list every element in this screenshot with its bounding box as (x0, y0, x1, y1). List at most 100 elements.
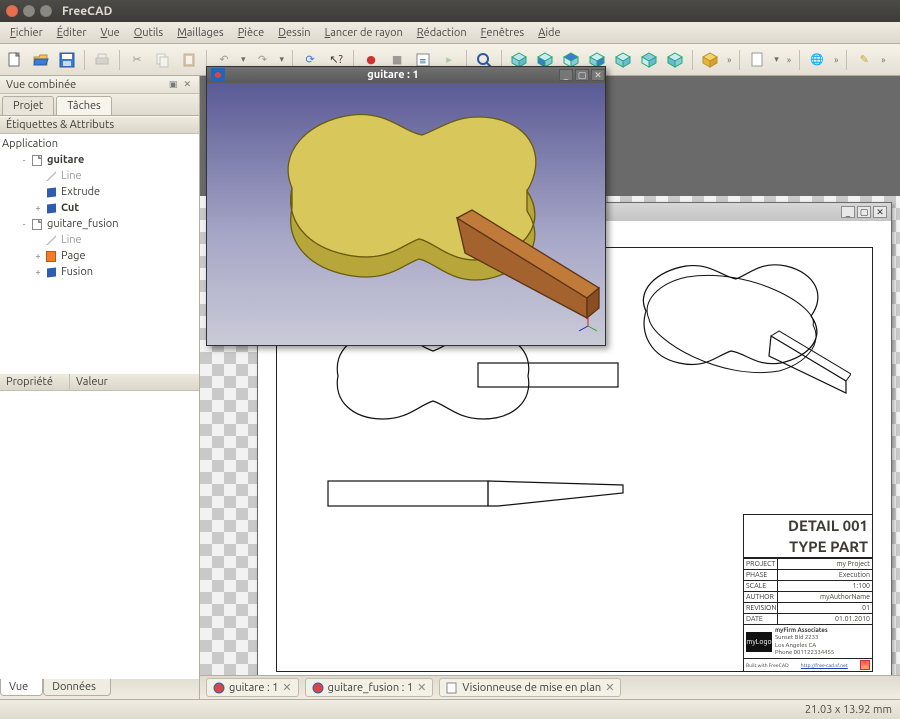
menu-ray[interactable]: Lancer de rayon (319, 25, 409, 41)
view-left-button[interactable] (664, 49, 686, 71)
freecad-icon (211, 68, 225, 82)
menubar: Fichier Éditer Vue Outils Maillages Pièc… (0, 22, 900, 44)
close-icon[interactable]: ✕ (282, 681, 291, 694)
document-tabs: guitare : 1 ✕ guitare_fusion : 1 ✕ Visio… (200, 675, 900, 699)
page-icon (446, 682, 458, 694)
model-3d-title: guitare : 1 (229, 69, 557, 81)
close-icon[interactable]: ✕ (417, 681, 426, 694)
menu-edit[interactable]: Éditer (51, 25, 93, 41)
close-icon[interactable]: ✕ (605, 681, 614, 694)
doctab-drawing[interactable]: Visionneuse de mise en plan ✕ (439, 678, 621, 697)
guitar-3d-model (207, 83, 607, 347)
toolbar-overflow-1[interactable]: » (725, 55, 733, 65)
app-title: FreeCAD (62, 5, 112, 18)
panel-undock-button[interactable]: ▣ (169, 79, 180, 89)
tb-firm-line2: Los Angeles CA (775, 642, 834, 649)
doctab-guitare[interactable]: guitare : 1 ✕ (206, 678, 299, 697)
3d-max-button[interactable]: ▢ (575, 69, 589, 81)
redo-icon: ↷ (258, 53, 267, 66)
svg-text:≡: ≡ (419, 56, 427, 66)
tb-foot-right: http://free-cad.sf.net (801, 662, 848, 668)
paste-button[interactable] (178, 49, 200, 71)
view-bottom-button[interactable] (638, 49, 660, 71)
cut-button[interactable]: ✂ (126, 49, 148, 71)
refresh-icon: ⟳ (305, 53, 314, 66)
copy-button[interactable] (152, 49, 174, 71)
titlebar: FreeCAD (0, 0, 900, 22)
side-view (308, 471, 628, 531)
menu-part[interactable]: Pièce (232, 25, 270, 41)
tb-firm-line3: Phone 001122334455 (775, 649, 834, 656)
freecad-gear-icon (860, 660, 870, 670)
panel-title: Vue combinée (6, 79, 76, 91)
web-button[interactable]: 🌐 (806, 49, 828, 71)
tree-item[interactable]: Line (0, 168, 199, 184)
toolbar-overflow-4[interactable]: » (879, 55, 887, 65)
tab-view[interactable]: Vue (0, 679, 43, 696)
part-box-button[interactable] (699, 49, 721, 71)
gear-icon (312, 682, 324, 694)
view-back-button[interactable] (612, 49, 634, 71)
tb-firm-line1: Sunset Bld 2233 (775, 634, 834, 641)
print-button[interactable] (91, 49, 113, 71)
new-page-button[interactable] (746, 49, 768, 71)
window-minimize-button[interactable] (23, 5, 35, 17)
tb-logo: myLogo (746, 632, 772, 652)
tb-row: Date01.01.2010 (744, 613, 872, 624)
3d-min-button[interactable]: _ (559, 69, 573, 81)
tree-item[interactable]: -guitare_fusion (0, 216, 199, 232)
menu-view[interactable]: Vue (95, 25, 126, 41)
tree-item[interactable]: Line (0, 232, 199, 248)
statusbar: 21.03 x 13.92 mm (0, 699, 900, 719)
menu-draft[interactable]: Rédaction (411, 25, 473, 41)
drawing-min-button[interactable]: _ (841, 206, 855, 218)
window-maximize-button[interactable] (40, 5, 52, 17)
menu-meshes[interactable]: Maillages (171, 25, 230, 41)
tab-data[interactable]: Données (43, 679, 111, 696)
menu-help[interactable]: Aide (532, 25, 566, 41)
tree-item[interactable]: -guitare (0, 152, 199, 168)
tab-tasks[interactable]: Tâches (56, 96, 112, 115)
toolbar-overflow-3[interactable]: » (832, 55, 840, 65)
menu-file[interactable]: Fichier (4, 25, 49, 41)
open-button[interactable] (30, 49, 52, 71)
gear-icon (213, 682, 225, 694)
model-tree[interactable]: Application-guitareLineExtrude+Cut-guita… (0, 134, 199, 374)
menu-windows[interactable]: Fenêtres (475, 25, 531, 41)
record-icon: ● (366, 53, 376, 66)
menu-drawing[interactable]: Dessin (272, 25, 316, 41)
tree-item[interactable]: +Cut (0, 200, 199, 216)
property-header: Propriété Valeur (0, 374, 199, 391)
save-button[interactable] (56, 49, 78, 71)
tree-item[interactable]: Extrude (0, 184, 199, 200)
window-close-button[interactable] (6, 5, 18, 17)
drawing-max-button[interactable]: ▢ (857, 206, 871, 218)
title-block: DETAIL 001 TYPE PART Projectmy Project Ph… (743, 514, 873, 672)
cut-icon: ✂ (132, 53, 141, 66)
labels-attrs-header: Étiquettes & Attributs (0, 116, 199, 134)
tab-project[interactable]: Projet (2, 96, 54, 115)
draft-button[interactable]: ✎ (853, 49, 875, 71)
tb-foot-left: Built with FreeCAD (746, 662, 789, 668)
iso-view (601, 241, 851, 421)
menu-tools[interactable]: Outils (128, 25, 169, 41)
tb-heading1: DETAIL 001 (744, 515, 872, 536)
tree-item[interactable]: +Page (0, 248, 199, 264)
toolbar-overflow-2[interactable]: » (785, 55, 793, 65)
model-3d-window[interactable]: guitare : 1 _ ▢ ✕ (206, 66, 606, 346)
axis-gizmo (577, 315, 599, 339)
undo-icon: ↶ (219, 53, 228, 66)
tb-heading2: TYPE PART (744, 536, 872, 558)
arrow-help-icon: ↖? (329, 53, 343, 66)
tree-item[interactable]: +Fusion (0, 264, 199, 280)
play-icon: ▸ (446, 53, 452, 66)
tb-row: Scale1:100 (744, 580, 872, 591)
3d-close-button[interactable]: ✕ (591, 69, 605, 81)
tb-row: Projectmy Project (744, 558, 872, 569)
panel-close-button[interactable]: ✕ (183, 79, 193, 89)
drawing-close-button[interactable]: ✕ (873, 206, 887, 218)
status-coordinates: 21.03 x 13.92 mm (805, 704, 892, 716)
new-button[interactable] (4, 49, 26, 71)
viewport-3d[interactable] (207, 83, 605, 345)
doctab-guitare-fusion[interactable]: guitare_fusion : 1 ✕ (305, 678, 434, 697)
